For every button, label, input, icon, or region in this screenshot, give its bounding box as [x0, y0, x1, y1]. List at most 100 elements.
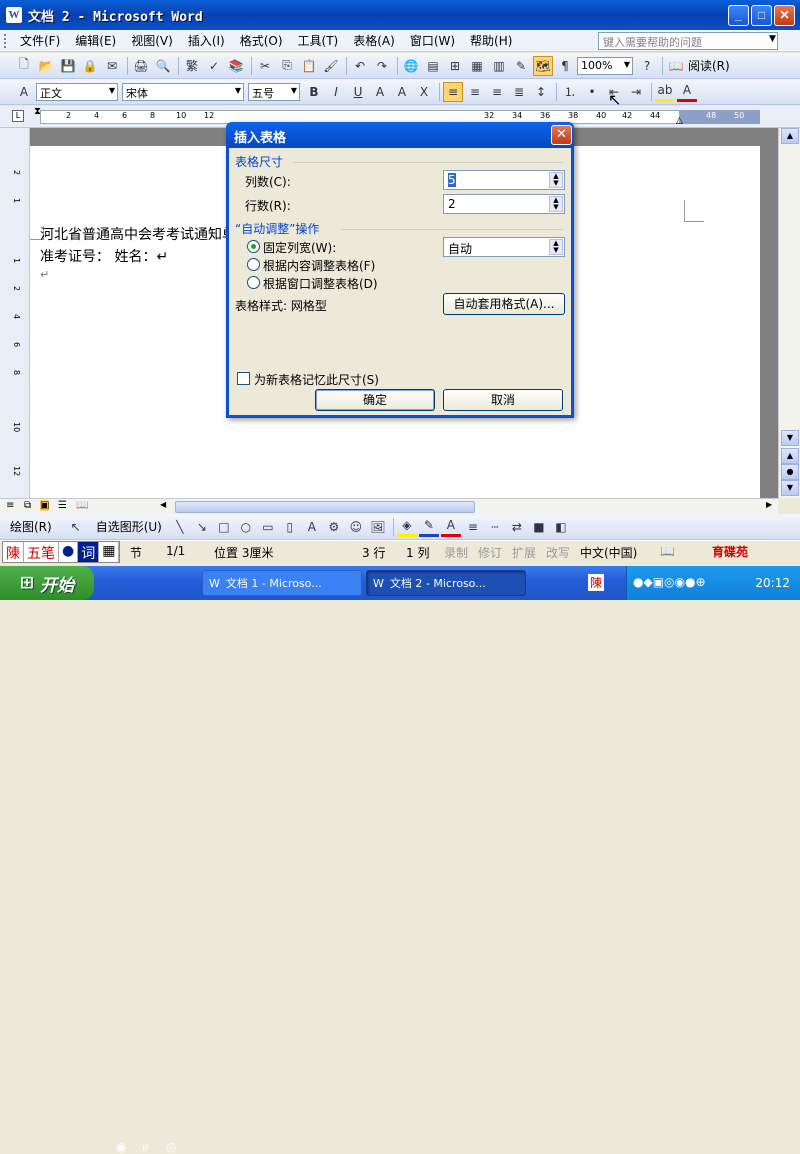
ime-toolbar[interactable]: 陳 五笔 ● 词 ▦	[2, 541, 121, 563]
save-icon[interactable]: 💾	[58, 56, 78, 76]
bold-icon[interactable]: B	[304, 82, 324, 102]
ime-word-icon[interactable]: 词	[78, 542, 100, 562]
line-style-icon[interactable]: ≡	[463, 517, 483, 537]
menu-file[interactable]: 文件(F)	[14, 30, 66, 51]
research-icon[interactable]: 📚	[226, 56, 246, 76]
task-document1[interactable]: W 文档 1 - Microso...	[202, 570, 362, 596]
spelling-icon[interactable]: ✓	[204, 56, 224, 76]
diagram-icon[interactable]: ⚙	[324, 517, 344, 537]
styles-icon[interactable]: A	[14, 82, 34, 102]
horizontal-scrollbar[interactable]: ≡ ⧉ ▣ ☰ 📖 ◀ ▶	[0, 498, 778, 514]
oval-icon[interactable]: ○	[236, 517, 256, 537]
columns-icon[interactable]: ▥	[489, 56, 509, 76]
vertical-scrollbar[interactable]: ▲ ▼ ▲ ● ▼	[778, 128, 800, 498]
arrow-icon[interactable]: ↘	[192, 517, 212, 537]
draw-menu[interactable]: 绘图(R)	[10, 518, 52, 535]
char-border-icon[interactable]: A	[370, 82, 390, 102]
ime-keyboard-icon[interactable]: ▦	[99, 542, 120, 562]
menu-insert[interactable]: 插入(I)	[182, 30, 231, 51]
vertical-ruler[interactable]: 2 1 1 2 4 6 8 10 12	[0, 128, 30, 498]
drawing-icon[interactable]: ✎	[511, 56, 531, 76]
rows-spinner[interactable]: 2 ▲ ▼	[443, 194, 565, 214]
radio-autofit-window[interactable]	[247, 276, 260, 289]
menu-view[interactable]: 视图(V)	[125, 30, 179, 51]
outline-view-icon[interactable]: ☰	[58, 500, 67, 511]
spin-arrows-icon[interactable]: ▲ ▼	[549, 172, 563, 188]
menu-help[interactable]: 帮助(H)	[464, 30, 518, 51]
minimize-button[interactable]: _	[728, 5, 749, 26]
trad-simp-convert-icon[interactable]: 繁	[182, 56, 202, 76]
word-app-icon[interactable]: W	[6, 7, 22, 23]
status-record[interactable]: 录制	[444, 544, 468, 561]
reading-button[interactable]: 阅读(R)	[688, 57, 730, 74]
status-extend[interactable]: 扩展	[512, 544, 536, 561]
toolbar-grip[interactable]	[4, 33, 8, 48]
tray-icon[interactable]: ●◆▣◎◉●⊕	[633, 575, 706, 589]
underline-icon[interactable]: U	[348, 82, 368, 102]
align-right-icon[interactable]: ≡	[487, 82, 507, 102]
vertical-textbox-icon[interactable]: ▯	[280, 517, 300, 537]
shadow-icon[interactable]: ■	[529, 517, 549, 537]
reading-view-icon[interactable]: 📖	[76, 500, 88, 511]
print-view-icon[interactable]: ▣	[40, 500, 50, 511]
maximize-button[interactable]: □	[751, 5, 772, 26]
tab-selector-icon[interactable]: L	[12, 110, 24, 122]
right-indent-marker-icon[interactable]: △	[676, 116, 683, 126]
insert-table-icon[interactable]: ⊞	[445, 56, 465, 76]
undo-icon[interactable]: ↶	[350, 56, 370, 76]
fill-color-icon[interactable]: ◈	[396, 517, 417, 537]
scroll-left-icon[interactable]: ◀	[160, 500, 166, 509]
hyperlink-icon[interactable]: 🌐	[401, 56, 421, 76]
spin-arrows-icon[interactable]: ▲ ▼	[549, 196, 563, 212]
scroll-down-icon[interactable]: ▼	[781, 430, 799, 446]
menu-format[interactable]: 格式(O)	[234, 30, 289, 51]
numbering-icon[interactable]: ⒈	[560, 82, 580, 102]
ime-punct-icon[interactable]: ●	[59, 542, 79, 562]
open-icon[interactable]: 📂	[36, 56, 56, 76]
highlight-icon[interactable]: ab	[655, 82, 675, 102]
bullets-icon[interactable]: •	[582, 82, 602, 102]
radio-fixed-width[interactable]	[247, 240, 260, 253]
menu-table[interactable]: 表格(A)	[347, 30, 401, 51]
3d-icon[interactable]: ◧	[551, 517, 571, 537]
clipart-icon[interactable]: ☺	[346, 517, 366, 537]
tables-borders-icon[interactable]: ▤	[423, 56, 443, 76]
justify-icon[interactable]: ≣	[509, 82, 529, 102]
task-document2[interactable]: W 文档 2 - Microso...	[366, 570, 526, 596]
line-color-icon[interactable]: ✎	[418, 517, 439, 537]
clock[interactable]: 20:12	[755, 576, 790, 590]
status-overtype[interactable]: 改写	[546, 544, 570, 561]
char-shading-icon[interactable]: A	[392, 82, 412, 102]
remember-size-label[interactable]: 为新表格记忆此尺寸(S)	[254, 371, 379, 388]
increase-indent-icon[interactable]: ⇥	[626, 82, 646, 102]
style-combo[interactable]: 正文 ▼	[36, 82, 118, 101]
cols-spinner[interactable]: 5 ▲ ▼	[443, 170, 565, 190]
quicklaunch-media-icon[interactable]: ◉	[116, 1140, 126, 1154]
reading-icon[interactable]: 📖	[666, 56, 686, 76]
arrow-style-icon[interactable]: ⇄	[507, 517, 527, 537]
quicklaunch-explorer-icon[interactable]: ◎	[166, 1140, 176, 1154]
copy-icon[interactable]: ⎘	[277, 56, 297, 76]
cancel-button[interactable]: 取消	[443, 389, 563, 411]
select-objects-icon[interactable]: ↖	[66, 517, 86, 537]
print-icon[interactable]: 🖨	[131, 56, 151, 76]
menu-window[interactable]: 窗口(W)	[404, 30, 461, 51]
line-spacing-icon[interactable]: ↕	[531, 82, 551, 102]
fixed-width-spinner[interactable]: 自动 ▲ ▼	[443, 237, 565, 257]
menu-tools[interactable]: 工具(T)	[292, 30, 345, 51]
align-center-icon[interactable]: ≡	[465, 82, 485, 102]
rectangle-icon[interactable]: □	[214, 517, 234, 537]
show-hide-icon[interactable]: ¶	[555, 56, 575, 76]
radio-fixed-label[interactable]: 固定列宽(W):	[263, 239, 336, 256]
wordart-icon[interactable]: A	[302, 517, 322, 537]
insert-excel-icon[interactable]: ▦	[467, 56, 487, 76]
radio-window-label[interactable]: 根据窗口调整表格(D)	[263, 275, 378, 292]
char-scale-icon[interactable]: X	[414, 82, 434, 102]
permission-icon[interactable]: 🔒	[80, 56, 100, 76]
autoformat-button[interactable]: 自动套用格式(A)...	[443, 293, 565, 315]
paste-icon[interactable]: 📋	[299, 56, 319, 76]
prev-page-icon[interactable]: ▲	[781, 448, 799, 464]
radio-autofit-content[interactable]	[247, 258, 260, 271]
cut-icon[interactable]: ✂	[255, 56, 275, 76]
quicklaunch-ie-icon[interactable]: ℯ	[142, 1140, 149, 1154]
